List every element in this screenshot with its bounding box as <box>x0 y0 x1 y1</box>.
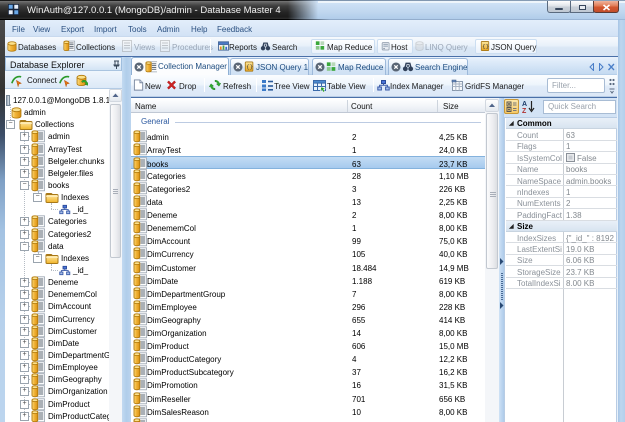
svg-text:A: A <box>522 101 527 108</box>
svg-text:Z: Z <box>522 108 527 114</box>
